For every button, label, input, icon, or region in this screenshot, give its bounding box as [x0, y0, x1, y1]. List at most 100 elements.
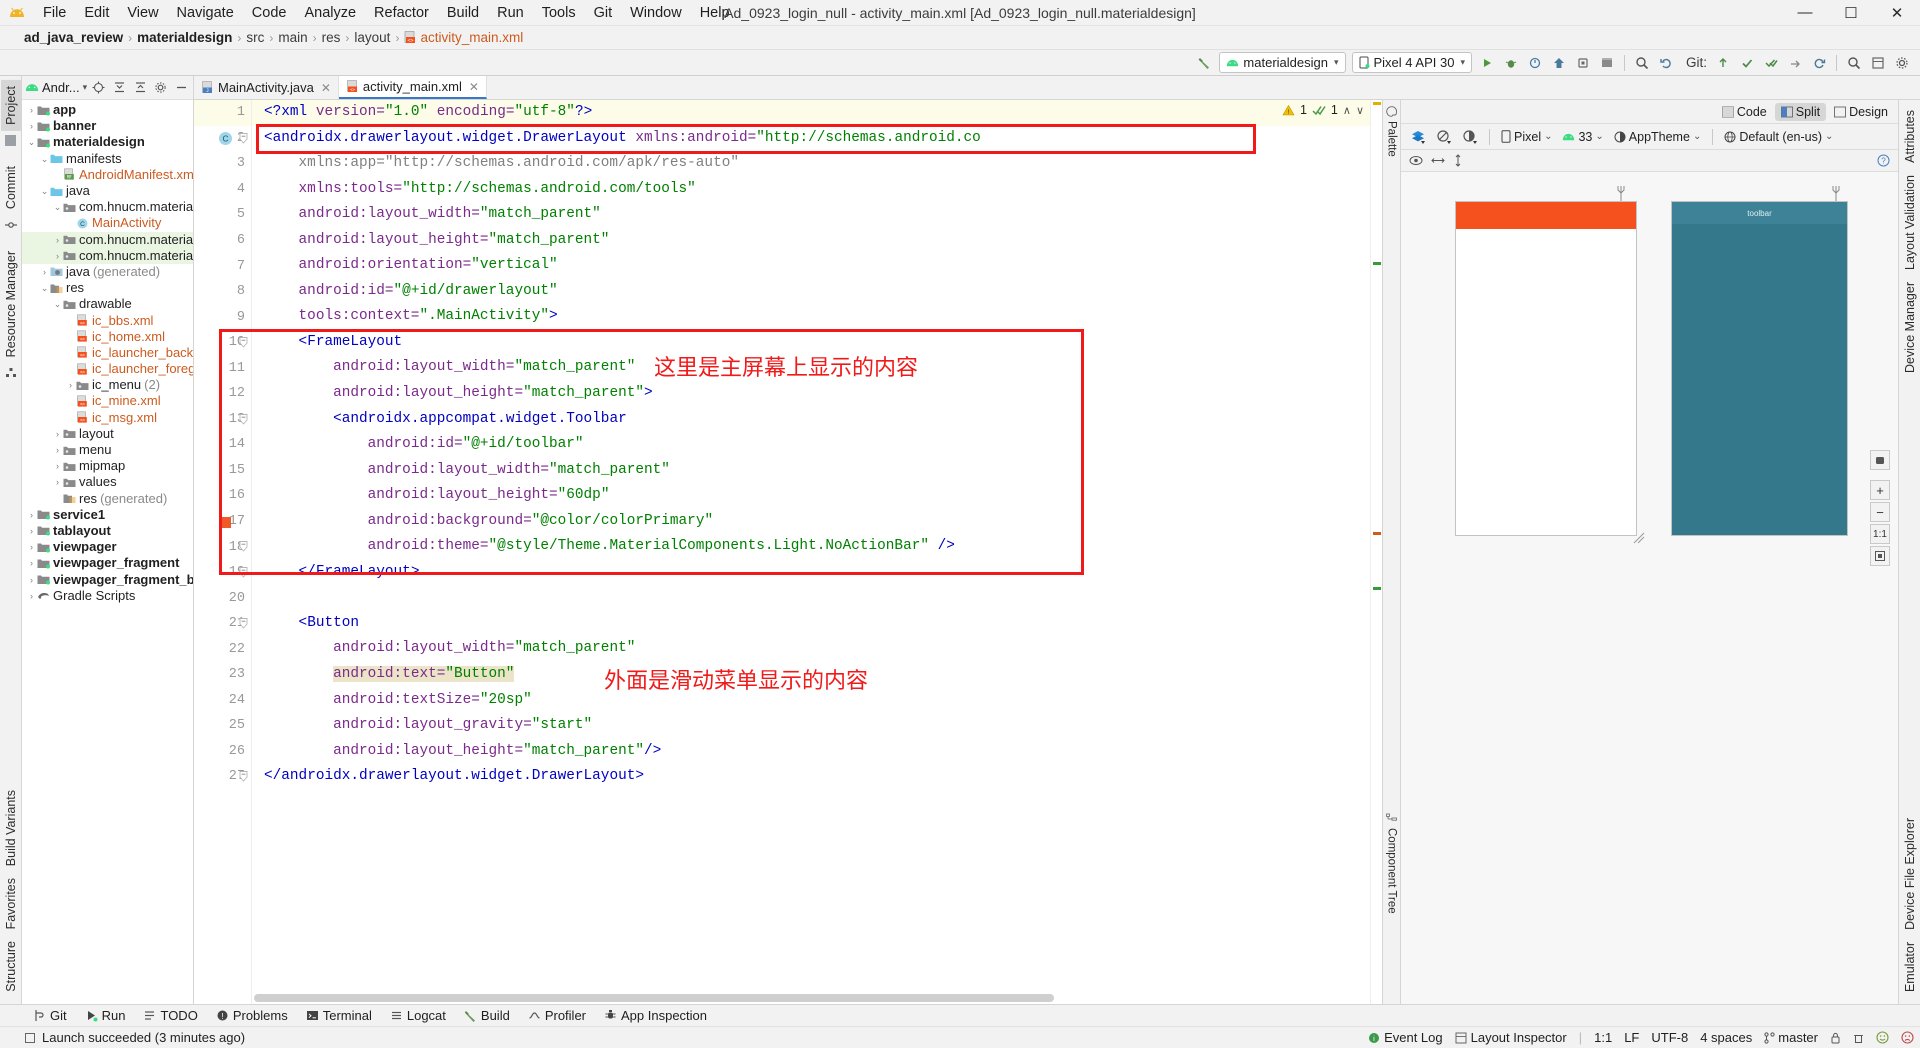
tool-tab-project[interactable]: Project	[0, 80, 21, 131]
bottom-tab-git[interactable]: Git	[24, 1006, 76, 1025]
chevron-right-icon[interactable]: ›	[52, 426, 63, 442]
mode-code[interactable]: Code	[1716, 103, 1773, 121]
code-line-5[interactable]: android:layout_width="match_parent"	[252, 202, 1370, 228]
code-line-9[interactable]: tools:context=".MainActivity">	[252, 304, 1370, 330]
inspection-widget[interactable]: ! 1 1 ∧ ∨	[1277, 102, 1368, 118]
orientation-icon[interactable]	[1432, 126, 1456, 148]
mode-split[interactable]: Split	[1774, 102, 1827, 121]
tree-node-java[interactable]: › java (generated)	[22, 264, 193, 280]
tool-tab-favorites[interactable]: Favorites	[1, 872, 21, 935]
code-line-26[interactable]: android:layout_height="match_parent"/>	[252, 739, 1370, 765]
layout-inspector-button[interactable]: Layout Inspector	[1455, 1030, 1567, 1045]
chevron-down-icon[interactable]: ⌄	[39, 280, 50, 296]
tree-node-ic-bbs-xml[interactable]: <> ic_bbs.xml	[22, 312, 193, 328]
code-line-7[interactable]: android:orientation="vertical"	[252, 253, 1370, 279]
code-fold-handle[interactable]	[239, 413, 248, 425]
tree-node-viewpager-fragment-bottom[interactable]: › viewpager_fragment_bottom	[22, 571, 193, 587]
chevron-right-icon[interactable]: ›	[26, 572, 37, 588]
code-fold-handle[interactable]	[239, 771, 248, 782]
zoom-ratio-button[interactable]: 1:1	[1870, 524, 1890, 544]
menu-build[interactable]: Build	[438, 2, 488, 24]
gutter-color-swatch[interactable]	[220, 516, 231, 528]
editor-gutter[interactable]: 12C3456789101112131415161718192021222324…	[194, 100, 252, 1004]
resize-handle-left[interactable]	[1633, 532, 1645, 544]
run-button[interactable]	[1475, 52, 1499, 74]
menu-window[interactable]: Window	[621, 2, 691, 24]
prev-problem-icon[interactable]: ∧	[1343, 104, 1351, 117]
device-preview-right[interactable]: toolbar	[1671, 201, 1848, 536]
tree-node-androidmanifest-xml[interactable]: MF AndroidManifest.xml	[22, 167, 193, 183]
component-tree-vertical-tab[interactable]: Component Tree	[1386, 807, 1398, 1004]
git-push-icon[interactable]	[1759, 52, 1783, 74]
gutter-line-16[interactable]: 16	[194, 483, 251, 509]
bottom-tab-app-inspection[interactable]: App Inspection	[595, 1006, 716, 1025]
preview-canvas[interactable]: toolbar + − 1:1	[1401, 172, 1898, 1004]
tree-node-viewpager-fragment[interactable]: › viewpager_fragment	[22, 555, 193, 571]
code-fold-handle[interactable]	[239, 566, 248, 578]
device-combo[interactable]: Pixel ⌄	[1497, 128, 1556, 146]
menu-code[interactable]: Code	[243, 2, 296, 24]
code-editor[interactable]: 12C3456789101112131415161718192021222324…	[194, 100, 1382, 1004]
tree-node-manifests[interactable]: ⌄ manifests	[22, 151, 193, 167]
code-line-17[interactable]: android:background="@color/colorPrimary"	[252, 509, 1370, 535]
scroll-from-source-icon[interactable]	[90, 79, 108, 97]
tree-node-mainactivity[interactable]: C MainActivity	[22, 215, 193, 231]
breadcrumb-item-project[interactable]: ad_java_review	[24, 30, 123, 45]
gutter-line-9[interactable]: 9	[194, 304, 251, 330]
lock-icon[interactable]	[1830, 1032, 1841, 1044]
gutter-line-22[interactable]: 22	[194, 636, 251, 662]
gutter-line-1[interactable]: 1	[194, 100, 251, 126]
tool-tab-commit[interactable]: Commit	[1, 160, 21, 215]
collapse-all-icon[interactable]	[131, 79, 149, 97]
code-line-21[interactable]: <Button	[252, 611, 1370, 637]
chevron-right-icon[interactable]: ›	[39, 264, 50, 280]
chevron-right-icon[interactable]: ›	[52, 458, 63, 474]
tree-node-service1[interactable]: › service1	[22, 507, 193, 523]
tool-tab-structure[interactable]: Structure	[1, 935, 21, 998]
menu-edit[interactable]: Edit	[75, 2, 118, 24]
tree-node-ic-launcher-backgro[interactable]: <> ic_launcher_backgro	[22, 345, 193, 361]
device-preview-left[interactable]	[1455, 201, 1637, 536]
chevron-right-icon[interactable]: ›	[26, 539, 37, 555]
tree-node-com-hnucm-materialdes[interactable]: ⌄ com.hnucm.materialdes	[22, 199, 193, 215]
attach-debugger-icon[interactable]	[1571, 52, 1595, 74]
code-line-16[interactable]: android:layout_height="60dp"	[252, 483, 1370, 509]
tool-tab-build-variants[interactable]: Build Variants	[1, 784, 21, 872]
project-settings-gear-icon[interactable]	[152, 79, 170, 97]
menu-run[interactable]: Run	[488, 2, 533, 24]
design-surface-layers-icon[interactable]	[1406, 126, 1430, 148]
tree-node-res[interactable]: ⌄ res	[22, 280, 193, 296]
chevron-down-icon[interactable]: ⌄	[52, 296, 63, 312]
next-problem-icon[interactable]: ∨	[1356, 104, 1364, 117]
expand-all-icon[interactable]	[111, 79, 129, 97]
tree-node-app[interactable]: › app	[22, 102, 193, 118]
tree-node-layout[interactable]: › layout	[22, 426, 193, 442]
breadcrumb-item-module[interactable]: materialdesign	[137, 30, 232, 45]
close-button[interactable]: ✕	[1874, 0, 1920, 26]
git-history-icon[interactable]	[1783, 52, 1807, 74]
palette-vertical-tab[interactable]: Palette	[1386, 100, 1398, 163]
code-line-4[interactable]: xmlns:tools="http://schemas.android.com/…	[252, 177, 1370, 203]
menu-refactor[interactable]: Refactor	[365, 2, 438, 24]
device-selector[interactable]: Pixel 4 API 30 ▾	[1351, 52, 1472, 73]
tree-node-mipmap[interactable]: › mipmap	[22, 458, 193, 474]
minimize-button[interactable]: —	[1782, 0, 1828, 26]
help-icon[interactable]: ?	[1877, 154, 1890, 167]
api-combo[interactable]: 33 ⌄	[1558, 128, 1607, 146]
bottom-tab-todo[interactable]: TODO	[134, 1006, 206, 1025]
tree-node-menu[interactable]: › menu	[22, 442, 193, 458]
settings-gear-icon[interactable]	[1890, 52, 1914, 74]
code-line-1[interactable]: <?xml version="1.0" encoding="utf-8"?>	[252, 100, 1370, 126]
breadcrumb-item-layout[interactable]: layout	[354, 30, 390, 45]
tree-node-java[interactable]: ⌄ java	[22, 183, 193, 199]
theme-combo[interactable]: AppTheme ⌄	[1610, 128, 1706, 146]
zoom-in-button[interactable]: +	[1870, 480, 1890, 500]
tree-node-ic-launcher-foregrou[interactable]: <> ic_launcher_foregrou	[22, 361, 193, 377]
chevron-right-icon[interactable]: ›	[26, 102, 37, 118]
gutter-line-12[interactable]: 12	[194, 381, 251, 407]
git-branch-widget[interactable]: master	[1764, 1030, 1818, 1045]
resize-vertical-icon[interactable]	[1453, 154, 1463, 167]
chevron-right-icon[interactable]: ›	[65, 377, 76, 393]
code-text-area[interactable]: <?xml version="1.0" encoding="utf-8"?> <a…	[252, 100, 1370, 1004]
file-encoding[interactable]: UTF-8	[1651, 1030, 1688, 1045]
